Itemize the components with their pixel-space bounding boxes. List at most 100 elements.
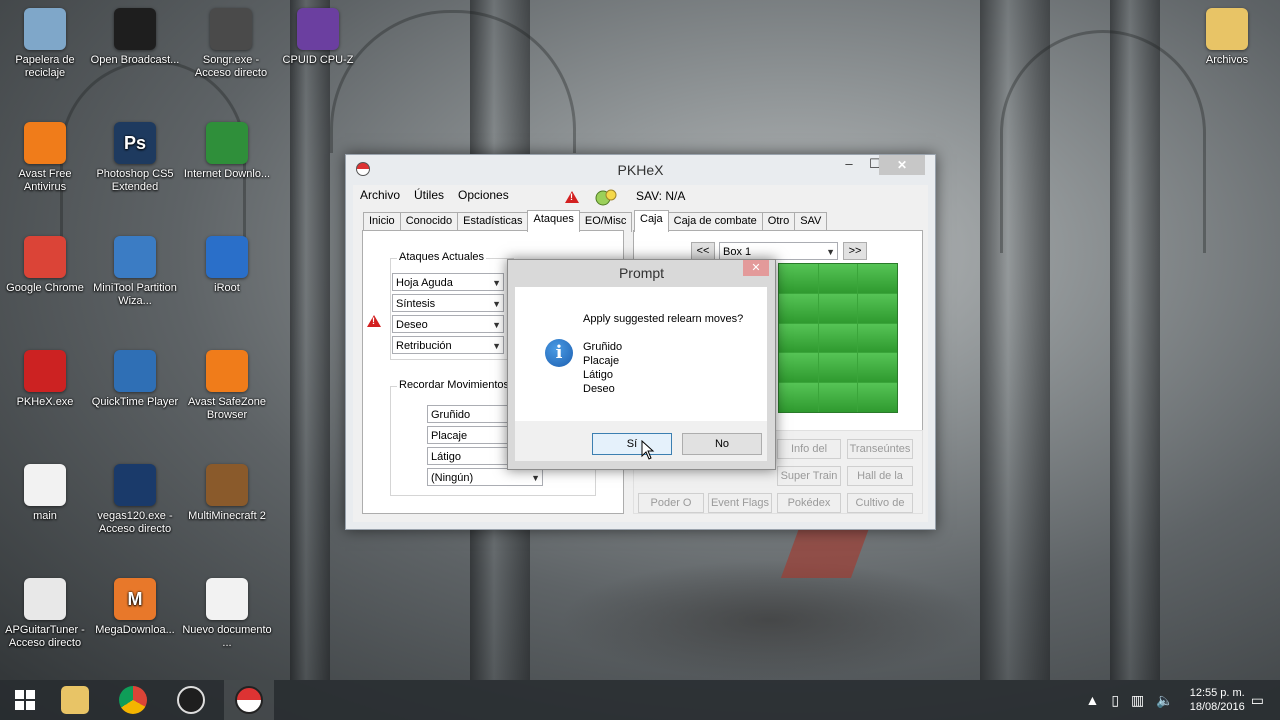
move-3-select[interactable]: Deseo ▼ bbox=[392, 315, 504, 333]
info-del-button[interactable]: Info del bbox=[777, 439, 841, 459]
taskbar-obs[interactable] bbox=[166, 680, 216, 720]
desktop-icon[interactable]: PKHeX.exe bbox=[0, 350, 90, 409]
desktop-icon[interactable]: Open Broadcast... bbox=[90, 8, 180, 67]
download-manager-icon bbox=[206, 122, 248, 164]
photoshop-icon: Ps bbox=[114, 122, 156, 164]
desktop-icon[interactable]: APGuitarTuner - Acceso directo bbox=[0, 578, 90, 650]
desktop-icon-label: Google Chrome bbox=[6, 282, 84, 294]
box-slot[interactable] bbox=[818, 383, 858, 412]
desktop-icon-label: QuickTime Player bbox=[91, 396, 179, 408]
box-slot[interactable] bbox=[779, 383, 818, 412]
box-slot[interactable] bbox=[858, 264, 897, 293]
taskbar-explorer[interactable] bbox=[50, 680, 100, 720]
box-slot[interactable] bbox=[779, 264, 818, 293]
menu-utiles[interactable]: Útiles bbox=[407, 185, 451, 205]
desktop-icon[interactable]: QuickTime Player bbox=[90, 350, 180, 409]
chevron-up-icon[interactable]: ▲ bbox=[1085, 692, 1099, 708]
desktop-icon[interactable]: MiniTool Partition Wiza... bbox=[90, 236, 180, 308]
box-next-button[interactable]: >> bbox=[843, 242, 867, 260]
desktop-icon[interactable]: Songr.exe - Acceso directo bbox=[186, 8, 276, 80]
move-2-select[interactable]: Síntesis ▼ bbox=[392, 294, 504, 312]
transeuntes-button[interactable]: Transeúntes bbox=[847, 439, 913, 459]
desktop-icon[interactable]: M MegaDownloa... bbox=[90, 578, 180, 637]
desktop-icon[interactable]: Nuevo documento ... bbox=[182, 578, 272, 650]
relearn-caption: Recordar Movimientos bbox=[397, 379, 512, 391]
warning-icon[interactable] bbox=[565, 191, 579, 203]
taskbar-pkhex[interactable] bbox=[224, 680, 274, 720]
menubar: Archivo Útiles Opciones bbox=[353, 185, 516, 205]
move-1-value: Hoja Aguda bbox=[396, 277, 453, 289]
box-slot[interactable] bbox=[779, 323, 818, 353]
minimize-button[interactable]: – bbox=[835, 155, 863, 175]
close-button[interactable]: ✕ bbox=[879, 155, 925, 175]
music-note-icon bbox=[210, 8, 252, 50]
super-train-button[interactable]: Super Train bbox=[777, 466, 841, 486]
power-icon[interactable]: ▯ bbox=[1111, 692, 1119, 709]
box-slot[interactable] bbox=[858, 323, 897, 353]
chest-icon bbox=[206, 464, 248, 506]
relearn-4-select[interactable]: (Ningún) ▼ bbox=[427, 468, 543, 486]
desktop-icon[interactable]: Avast Free Antivirus bbox=[0, 122, 90, 194]
recycle-bin-icon bbox=[24, 8, 66, 50]
menu-opciones[interactable]: Opciones bbox=[451, 185, 516, 205]
poder-o-button[interactable]: Poder O bbox=[638, 493, 704, 513]
tab-otro[interactable]: Otro bbox=[761, 212, 796, 232]
clock[interactable]: 12:55 p. m. 18/08/2016 bbox=[1190, 686, 1245, 714]
notifications-icon[interactable]: ▭ bbox=[1251, 692, 1264, 709]
desktop-icon-label: vegas120.exe - Acceso directo bbox=[97, 510, 173, 535]
desktop-icon[interactable]: Ps Photoshop CS5 Extended bbox=[90, 122, 180, 194]
box-slot[interactable] bbox=[818, 264, 858, 293]
sav-label: SAV: N/A bbox=[636, 189, 686, 203]
box-prev-button[interactable]: << bbox=[691, 242, 715, 260]
pkhex-titlebar[interactable]: PKHeX – ☐ ✕ bbox=[346, 155, 935, 185]
box-slot[interactable] bbox=[858, 383, 897, 412]
event-flags-button[interactable]: Event Flags bbox=[708, 493, 772, 513]
box-slot[interactable] bbox=[858, 353, 897, 383]
desktop-icon[interactable]: MultiMinecraft 2 bbox=[182, 464, 272, 523]
tab-inicio[interactable]: Inicio bbox=[363, 212, 401, 232]
tab-eo-misc[interactable]: EO/Misc bbox=[578, 212, 633, 232]
box-slot[interactable] bbox=[818, 353, 858, 383]
blank-file-icon bbox=[24, 464, 66, 506]
desktop-icon[interactable]: Papelera de reciclaje bbox=[0, 8, 90, 80]
hall-de-la-button[interactable]: Hall de la bbox=[847, 466, 913, 486]
box-select[interactable]: Box 1 ▼ bbox=[719, 242, 838, 260]
cultivo-de-button[interactable]: Cultivo de bbox=[847, 493, 913, 513]
desktop-icon[interactable]: iRoot bbox=[182, 236, 272, 295]
tab-ataques[interactable]: Ataques bbox=[527, 210, 580, 232]
move-4-select[interactable]: Retribución ▼ bbox=[392, 336, 504, 354]
desktop-icon[interactable]: Internet Downlo... bbox=[182, 122, 272, 181]
tab-caja-de-combate[interactable]: Caja de combate bbox=[667, 212, 763, 232]
mega-icon: M bbox=[114, 578, 156, 620]
network-icon[interactable]: ▥ bbox=[1131, 692, 1144, 709]
box-slot[interactable] bbox=[779, 353, 818, 383]
desktop-icon[interactable]: CPUID CPU-Z bbox=[273, 8, 363, 67]
tab-conocido[interactable]: Conocido bbox=[399, 212, 459, 232]
tab-sav[interactable]: SAV bbox=[794, 212, 828, 232]
partition-wizard-icon bbox=[114, 236, 156, 278]
desktop-icon[interactable]: Archivos bbox=[1182, 8, 1272, 67]
volume-icon[interactable]: 🔈 bbox=[1156, 692, 1173, 709]
box-slot[interactable] bbox=[779, 293, 818, 323]
tab-caja[interactable]: Caja bbox=[634, 210, 669, 232]
yes-button[interactable]: Sí bbox=[592, 433, 672, 455]
menu-archivo[interactable]: Archivo bbox=[353, 185, 407, 205]
desktop-icon[interactable]: main bbox=[0, 464, 90, 523]
desktop-icon[interactable]: vegas120.exe - Acceso directo bbox=[90, 464, 180, 536]
pokedex-button[interactable]: Pokédex bbox=[777, 493, 841, 513]
right-tab-strip: Caja Caja de combate Otro SAV bbox=[634, 210, 828, 232]
obs-icon bbox=[114, 8, 156, 50]
warning-icon[interactable] bbox=[367, 315, 381, 327]
start-button[interactable] bbox=[0, 680, 50, 720]
prompt-close-button[interactable]: ✕ bbox=[743, 260, 769, 276]
chevron-down-icon: ▼ bbox=[492, 278, 501, 288]
box-slot[interactable] bbox=[818, 323, 858, 353]
tab-estadisticas[interactable]: Estadísticas bbox=[457, 212, 529, 232]
desktop-icon[interactable]: Google Chrome bbox=[0, 236, 90, 295]
taskbar-chrome[interactable] bbox=[108, 680, 158, 720]
move-1-select[interactable]: Hoja Aguda ▼ bbox=[392, 273, 504, 291]
no-button[interactable]: No bbox=[682, 433, 762, 455]
box-slot[interactable] bbox=[858, 293, 897, 323]
desktop-icon[interactable]: Avast SafeZone Browser bbox=[182, 350, 272, 422]
box-slot[interactable] bbox=[818, 293, 858, 323]
